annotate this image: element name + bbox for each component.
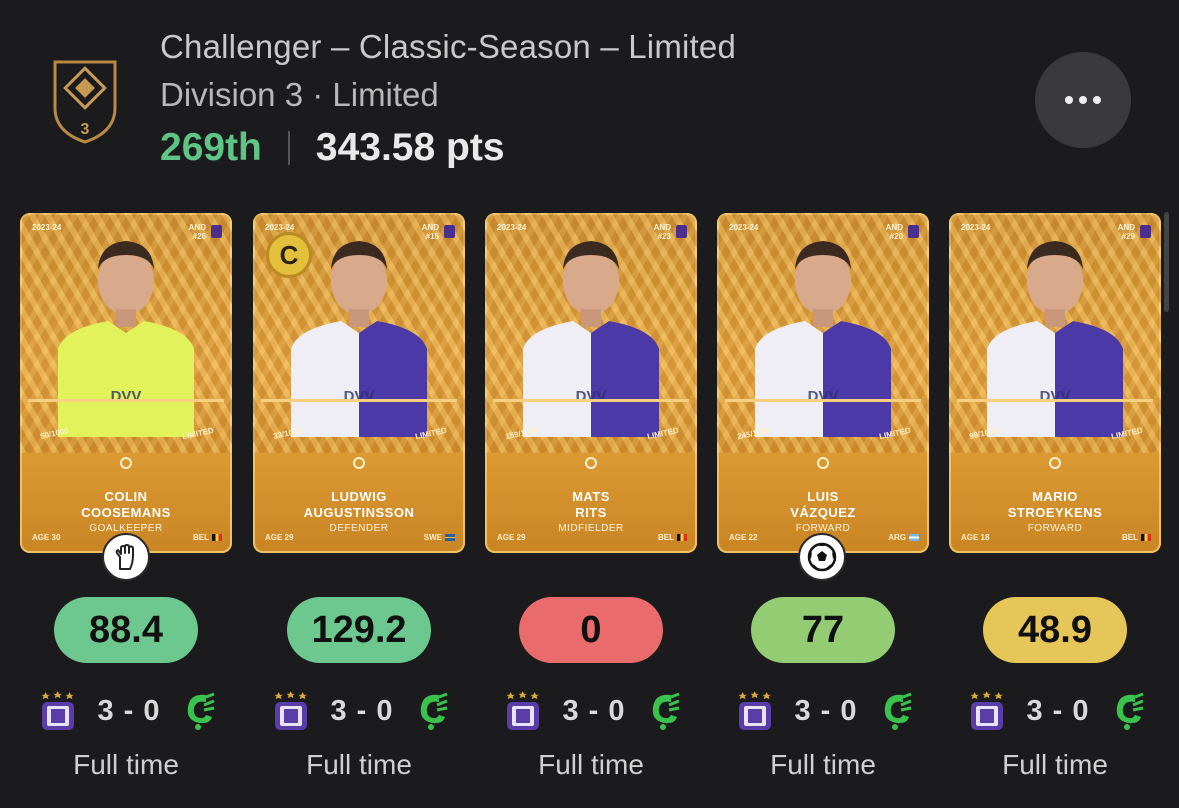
player-name: COLIN COOSEMANS [81,489,171,520]
captain-badge: C [266,232,312,278]
player-age: AGE 22 [729,533,758,542]
flag-icon [677,534,687,541]
anderlecht-crest-icon [41,691,74,730]
flag-icon [1141,534,1151,541]
points-value: 343.58 pts [315,126,505,169]
player-column: 2023-24 AND #23 DVV 159/1000 LIMITED MATS… [485,213,697,803]
player-column: 2023-24 AND #26 DVV 50/1000 LIMITED COLIN… [20,213,232,803]
player-card[interactable]: 2023-24 AND #20 DVV 245/1000 LIMITED LUIS… [717,213,929,553]
player-nation: BEL [1122,533,1151,542]
opponent-crest-icon [652,692,680,730]
scrollbar[interactable] [1164,212,1169,312]
match-result[interactable]: 3 - 0 [38,689,218,733]
card-dot-icon [585,457,597,469]
match-status: Full time [73,749,179,780]
player-age: AGE 30 [32,533,61,542]
soccer-ball-icon [798,533,846,581]
goalkeeper-glove-icon [102,533,150,581]
opponent-crest-icon [420,692,448,730]
player-name: LUIS VÁZQUEZ [790,489,856,520]
match-score: 3 - 0 [1026,694,1090,727]
match-result[interactable]: 3 - 0 [503,689,683,733]
competition-header: 3 Challenger – Classic-Season – Limited … [0,0,1179,200]
match-result[interactable]: 3 - 0 [967,689,1147,733]
card-dot-icon [353,457,365,469]
anderlecht-crest-icon [506,691,539,730]
match-status: Full time [770,749,876,780]
competition-title: Challenger – Classic-Season – Limited [160,28,737,65]
rank-value: 269th [160,126,262,169]
match-score: 3 - 0 [97,694,161,727]
player-column: 2023-24 AND #15 DVV 33/1000 LIMITED LUDWI… [253,213,465,803]
club-crest-icon [908,225,919,238]
player-score[interactable]: 0 [519,597,663,663]
card-dot-icon [817,457,829,469]
club-crest-icon [1140,225,1151,238]
player-nation: BEL [193,533,222,542]
flag-icon [445,534,455,541]
player-name: LUDWIG AUGUSTINSSON [303,489,415,520]
anderlecht-crest-icon [738,691,771,730]
player-nation: ARG [888,533,919,542]
more-options-button[interactable] [1035,52,1131,148]
match-status: Full time [306,749,412,780]
match-score: 3 - 0 [794,694,858,727]
anderlecht-crest-icon [970,691,1003,730]
division-badge-number: 3 [81,121,90,138]
match-score: 3 - 0 [562,694,626,727]
player-nation: SWE [424,533,455,542]
match-result[interactable]: 3 - 0 [735,689,915,733]
player-age: AGE 18 [961,533,990,542]
player-age: AGE 29 [265,533,294,542]
division-badge-icon: 3 [53,60,117,144]
player-score[interactable]: 88.4 [54,597,198,663]
player-card[interactable]: 2023-24 AND #29 DVV 99/1000 LIMITED MARIO… [949,213,1161,553]
competition-subtitle: Division 3 · Limited [160,76,439,113]
player-age: AGE 29 [497,533,526,542]
match-status: Full time [538,749,644,780]
club-crest-icon [211,225,222,238]
opponent-crest-icon [1116,692,1144,730]
player-score[interactable]: 129.2 [287,597,431,663]
opponent-crest-icon [884,692,912,730]
player-name: MATS RITS [572,489,610,520]
club-crest-icon [444,225,455,238]
player-score[interactable]: 77 [751,597,895,663]
player-card[interactable]: 2023-24 AND #26 DVV 50/1000 LIMITED COLIN… [20,213,232,553]
match-score: 3 - 0 [330,694,394,727]
player-name: MARIO STROEYKENS [1007,489,1103,520]
player-column: 2023-24 AND #29 DVV 99/1000 LIMITED MARIO… [949,213,1161,803]
stats-divider [287,131,290,165]
more-horizontal-icon [1065,96,1073,104]
card-dot-icon [120,457,132,469]
match-result[interactable]: 3 - 0 [271,689,451,733]
flag-icon [909,534,919,541]
ranking-stats: 269th 343.58 pts [160,126,505,170]
club-crest-icon [676,225,687,238]
flag-icon [212,534,222,541]
player-column: 2023-24 AND #20 DVV 245/1000 LIMITED LUIS… [717,213,929,803]
match-status: Full time [1002,749,1108,780]
card-dot-icon [1049,457,1061,469]
player-score[interactable]: 48.9 [983,597,1127,663]
anderlecht-crest-icon [274,691,307,730]
player-card[interactable]: 2023-24 AND #23 DVV 159/1000 LIMITED MATS… [485,213,697,553]
opponent-crest-icon [187,692,215,730]
player-nation: BEL [658,533,687,542]
